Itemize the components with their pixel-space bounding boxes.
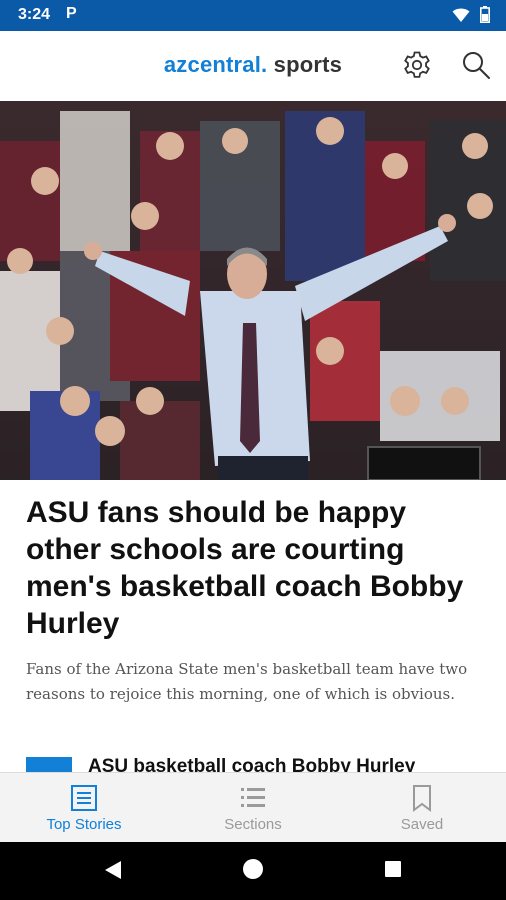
status-bar: 3:24 P [0,0,506,31]
home-icon[interactable] [243,859,263,879]
hero-image[interactable] [0,101,506,480]
battery-icon [480,6,490,23]
nav-top-stories-label: Top Stories [46,816,122,833]
gear-icon[interactable] [401,49,433,81]
hero-photo [0,101,506,480]
system-navigation-bar [0,842,506,900]
bottom-navigation: Top Stories Sections Saved [0,772,506,843]
list-icon [241,788,265,807]
next-story-thumbnail[interactable] [26,757,72,773]
article-summary: Fans of the Arizona State men's basketba… [26,660,468,703]
nav-sections-label: Sections [224,816,282,833]
nav-saved-label: Saved [400,816,444,833]
nav-saved[interactable]: Saved [338,773,506,843]
app-header: azcentral. sports [0,31,506,101]
search-icon[interactable] [460,49,492,81]
article-headline[interactable]: ASU fans should be happy other schools a… [26,494,486,642]
news-icon [71,785,97,811]
nav-sections[interactable]: Sections [169,773,337,843]
recent-apps-icon[interactable] [385,861,401,877]
next-story-title[interactable]: ASU basketball coach Bobby Hurley [88,756,488,772]
back-icon[interactable] [104,860,122,880]
status-time: 3:24 [18,6,51,23]
wifi-icon [452,8,470,22]
nav-top-stories[interactable]: Top Stories [0,773,168,843]
bookmark-icon [413,785,431,812]
app-notification-icon: P [66,5,77,22]
